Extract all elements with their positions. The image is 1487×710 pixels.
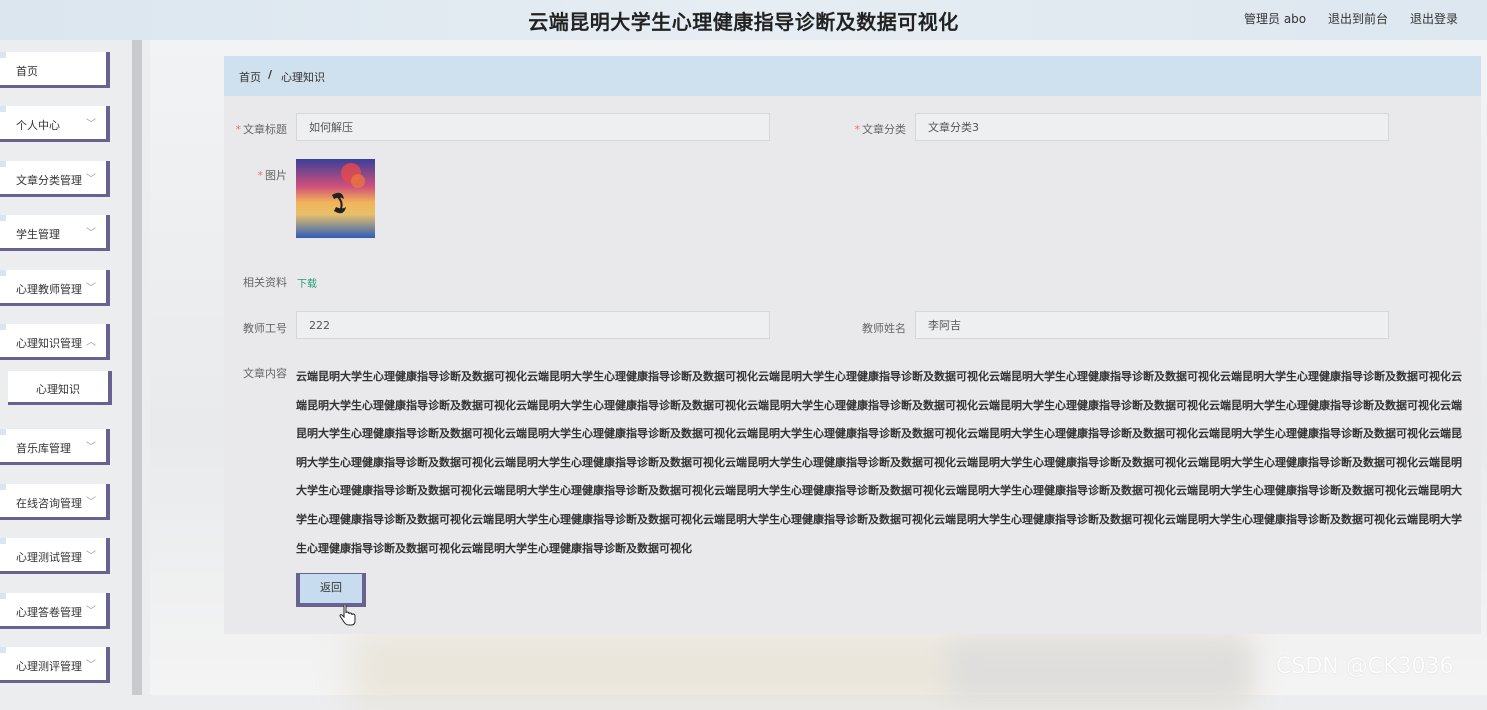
sidebar-item-label: 心理测评管理 (16, 660, 82, 673)
article-content: 云端昆明大学生心理健康指导诊断及数据可视化云端昆明大学生心理健康指导诊断及数据可… (296, 370, 1462, 555)
teacher-name-input[interactable] (915, 311, 1389, 339)
material-field-label: 相关资料 (243, 276, 287, 289)
teacher-name-field-label: 教师姓名 (862, 322, 906, 335)
sidebar-item-label: 文章分类管理 (16, 174, 82, 187)
sidebar-item-assessment[interactable]: 心理测评管理 ﹀ (0, 647, 110, 683)
title-field-label: * 文章标题 (235, 123, 288, 136)
teacher-id-input[interactable] (296, 311, 770, 339)
sidebar-item-label: 心理答卷管理 (16, 606, 82, 619)
sidebar-item-label: 学生管理 (16, 228, 60, 241)
teacher-id-field-label: 教师工号 (243, 322, 287, 335)
detail-card: 首页 / 心理知识 *文章标题 *文章分类 *图片 (224, 56, 1481, 634)
sidebar-item-students[interactable]: 学生管理 ﹀ (0, 215, 110, 251)
download-link[interactable]: 下载 (297, 275, 317, 290)
sidebar-item-label: 心理教师管理 (16, 283, 82, 296)
chevron-down-icon: ﹀ (86, 442, 96, 453)
breadcrumb: 首页 / 心理知识 (224, 56, 1481, 96)
sidebar-subitem-knowledge[interactable]: 心理知识 (8, 371, 112, 405)
chevron-down-icon: ﹀ (86, 119, 96, 130)
hand-pointer-icon (339, 605, 356, 626)
chevron-down-icon: ﹀ (86, 283, 96, 294)
breadcrumb-current: 心理知识 (281, 71, 325, 84)
content-field-label: 文章内容 (243, 367, 287, 380)
chevron-down-icon: ﹀ (86, 174, 96, 185)
sidebar-item-label: 首页 (16, 65, 38, 78)
article-image[interactable] (296, 159, 375, 238)
sidebar-item-label: 在线咨询管理 (16, 497, 82, 510)
chevron-down-icon: ﹀ (86, 606, 96, 617)
sidebar-item-article-category[interactable]: 文章分类管理 ﹀ (0, 161, 110, 197)
sidebar-item-label: 心理测试管理 (16, 551, 82, 564)
sidebar-subitem-label: 心理知识 (36, 383, 80, 396)
chevron-down-icon: ﹀ (86, 228, 96, 239)
chevron-down-icon: ﹀ (86, 660, 96, 671)
chevron-up-icon: ︿ (86, 337, 96, 348)
sidebar-item-home[interactable]: 首页 (0, 52, 110, 88)
sidebar-item-personal-center[interactable]: 个人中心 ﹀ (0, 106, 110, 142)
chevron-down-icon: ﹀ (86, 551, 96, 562)
breadcrumb-separator: / (268, 68, 273, 81)
exit-to-frontend-link[interactable]: 退出到前台 (1328, 10, 1388, 27)
chevron-down-icon: ﹀ (86, 497, 96, 508)
image-field-label: * 图片 (257, 169, 288, 182)
back-button[interactable]: 返回 (296, 573, 366, 607)
logout-link[interactable]: 退出登录 (1410, 10, 1458, 27)
admin-user-label[interactable]: 管理员 abo (1244, 10, 1306, 27)
sidebar-item-label: 音乐库管理 (16, 442, 71, 455)
title-input[interactable] (296, 113, 770, 141)
sidebar-item-answer-sheet[interactable]: 心理答卷管理 ﹀ (0, 593, 110, 629)
sidebar-item-knowledge-management[interactable]: 心理知识管理 ︿ (0, 324, 110, 360)
category-input[interactable] (915, 113, 1389, 141)
sidebar-scrollbar[interactable] (132, 40, 142, 695)
sidebar-item-psych-test[interactable]: 心理测试管理 ﹀ (0, 538, 110, 574)
sidebar-item-online-consult[interactable]: 在线咨询管理 ﹀ (0, 484, 110, 520)
sidebar-item-label: 心理知识管理 (16, 337, 82, 350)
watermark: CSDN @CK3036 (1276, 654, 1454, 679)
sidebar-item-music-library[interactable]: 音乐库管理 ﹀ (0, 429, 110, 465)
top-header: 云端昆明大学生心理健康指导诊断及数据可视化 管理员 abo 退出到前台 退出登录 (0, 0, 1487, 40)
category-field-label: * 文章分类 (854, 123, 907, 136)
sidebar-item-teachers[interactable]: 心理教师管理 ﹀ (0, 270, 110, 306)
breadcrumb-home[interactable]: 首页 (239, 69, 261, 85)
sidebar-item-label: 个人中心 (16, 119, 60, 132)
